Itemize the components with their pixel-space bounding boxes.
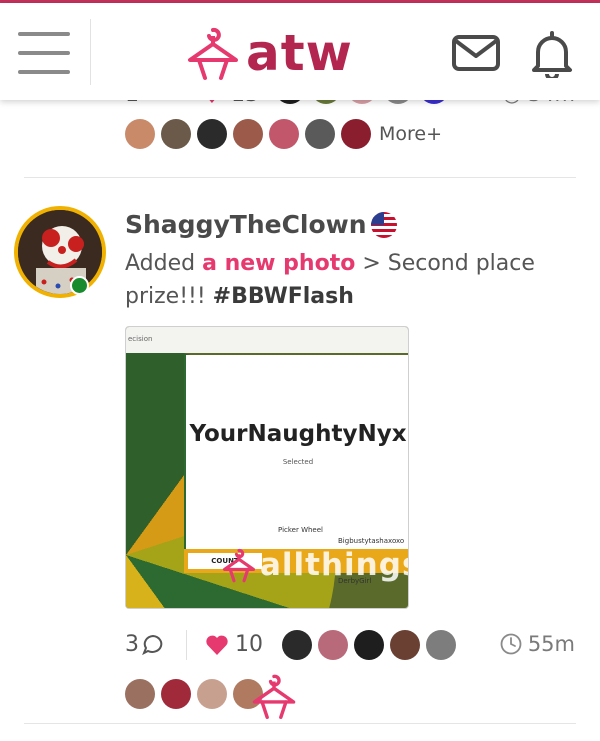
liker-avatar[interactable]	[233, 119, 263, 149]
liker-avatar[interactable]	[305, 119, 335, 149]
comment-button[interactable]: 3	[125, 632, 164, 657]
picker-wheel-label: Picker Wheel	[278, 526, 323, 534]
like-button[interactable]: 10	[205, 632, 263, 657]
hashtag-link[interactable]: #BBWFlash	[213, 284, 354, 309]
mail-icon[interactable]	[452, 35, 500, 71]
liker-avatar[interactable]	[161, 679, 191, 709]
post-divider	[24, 177, 576, 178]
logo-text: atw	[246, 24, 353, 82]
avatar[interactable]	[14, 206, 106, 298]
liker-avatar[interactable]	[390, 630, 420, 660]
selected-label: Selected	[282, 458, 314, 466]
photo-top-text: ecision	[128, 335, 153, 343]
hanger-logo-icon	[188, 27, 238, 80]
liker-avatar[interactable]	[341, 119, 371, 149]
post-time: 55m	[500, 632, 575, 656]
watermark-text: allthings	[260, 547, 409, 583]
liker-avatar[interactable]	[161, 119, 191, 149]
like-count: 10	[235, 632, 263, 657]
app-logo[interactable]: atw	[186, 23, 353, 83]
post-username[interactable]: ShaggyTheClown	[125, 210, 367, 239]
post-photo[interactable]: ecision YourNaughtyNyx Selected Picker W…	[125, 326, 409, 609]
hanger-watermark-icon	[222, 548, 256, 583]
winner-name: YourNaughtyNyx	[189, 421, 407, 447]
comment-bubble-icon	[142, 634, 163, 655]
comment-count: 3	[125, 632, 139, 657]
stats-separator	[186, 630, 187, 660]
photo-top-bar	[126, 327, 408, 353]
liker-avatar[interactable]	[354, 630, 384, 660]
liker-avatar[interactable]	[125, 119, 155, 149]
bell-icon[interactable]	[530, 30, 574, 78]
wheel-entry: Bigbustytashaxoxo	[338, 537, 405, 545]
us-flag-icon	[371, 212, 397, 238]
liker-avatars-row-2[interactable]	[125, 667, 297, 721]
post-stats: 3 10 55m	[125, 630, 585, 662]
liker-avatar[interactable]	[318, 630, 348, 660]
new-photo-link[interactable]: a new photo	[202, 251, 355, 276]
menu-icon[interactable]	[18, 32, 70, 74]
post-time-value: 55m	[527, 632, 575, 656]
previous-liker-avatars-row[interactable]: More+	[125, 119, 442, 149]
liker-avatar[interactable]	[269, 119, 299, 149]
liker-avatar[interactable]	[125, 679, 155, 709]
header-separator	[90, 19, 91, 85]
post-action-prefix: Added	[125, 251, 196, 276]
post-divider	[24, 723, 576, 724]
liker-avatar[interactable]	[426, 630, 456, 660]
more-likers-link[interactable]: More+	[379, 123, 442, 145]
winner-popup: YourNaughtyNyx Selected Picker Wheel	[184, 355, 408, 565]
watermark: allthings	[222, 546, 409, 584]
liker-avatar[interactable]	[197, 119, 227, 149]
liker-avatar[interactable]	[282, 630, 312, 660]
liker-avatar[interactable]	[197, 679, 227, 709]
heart-icon	[206, 635, 228, 655]
liker-avatars[interactable]	[282, 630, 462, 660]
app-header: atw	[0, 3, 600, 100]
post-caption: Added a new photo > Second place prize!!…	[125, 247, 565, 313]
clock-icon	[500, 633, 522, 655]
clown-avatar-image	[18, 210, 102, 294]
hanger-logo-icon	[252, 674, 296, 719]
online-status-dot	[70, 276, 89, 295]
